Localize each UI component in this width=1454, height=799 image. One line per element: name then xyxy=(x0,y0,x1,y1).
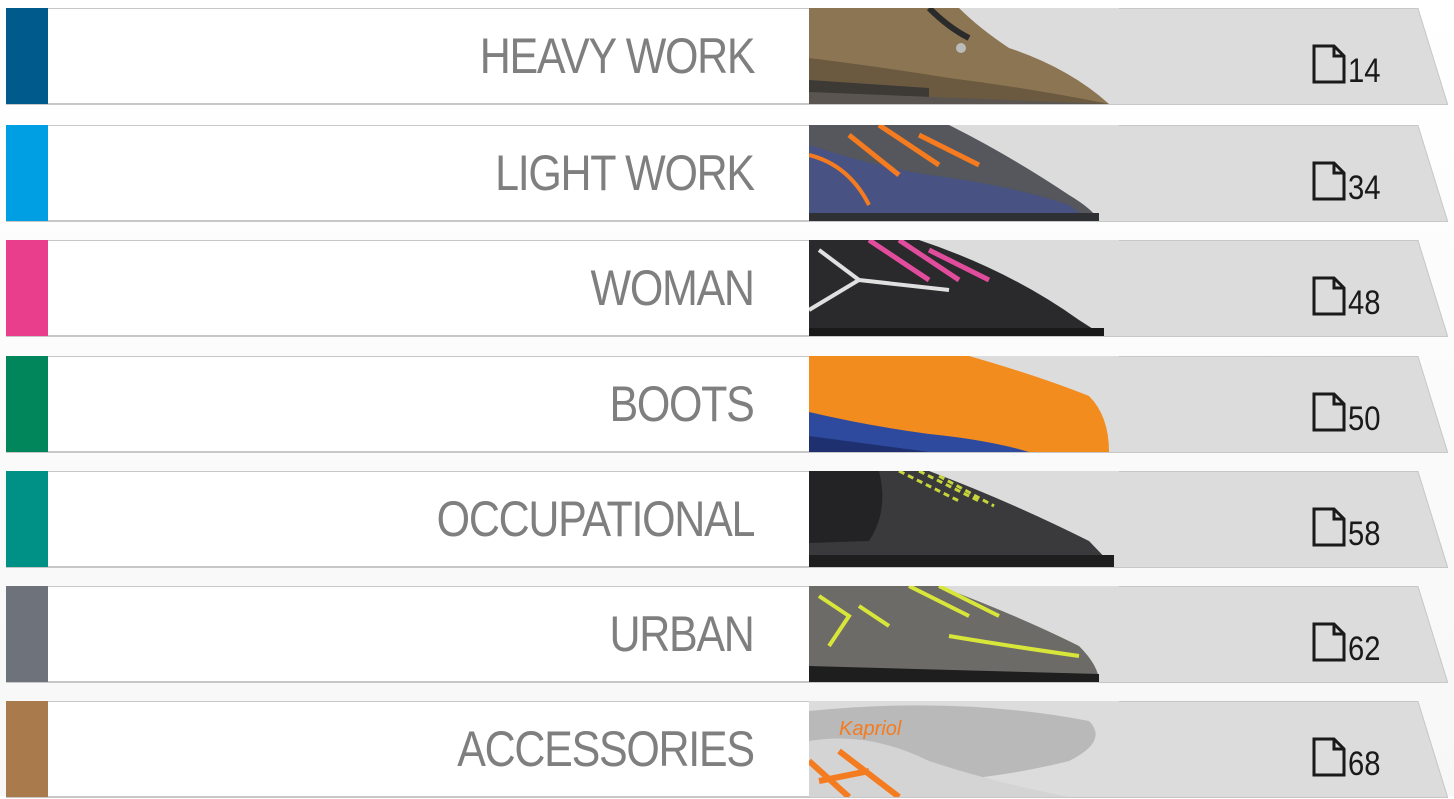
grey-yellow-urban-shoe-image xyxy=(809,586,1119,682)
page-reference[interactable]: 34 xyxy=(1312,151,1386,205)
category-row-occupational[interactable]: OCCUPATIONAL 58 xyxy=(6,471,1450,569)
category-label: HEAVY WORK xyxy=(479,28,755,84)
category-row-accessories[interactable]: ACCESSORIES Kapriol 68 xyxy=(6,701,1450,799)
page-number: 68 xyxy=(1348,745,1381,783)
document-icon xyxy=(1312,392,1346,432)
document-icon xyxy=(1312,737,1346,777)
page-number: 48 xyxy=(1348,284,1381,322)
category-color-strip xyxy=(6,8,48,104)
svg-text:Kapriol: Kapriol xyxy=(839,718,902,740)
category-row-boots[interactable]: BOOTS 50 xyxy=(6,356,1450,454)
category-color-strip xyxy=(6,471,48,567)
page-number: 34 xyxy=(1348,169,1381,207)
page-reference[interactable]: 68 xyxy=(1312,727,1386,781)
page-number: 14 xyxy=(1348,52,1381,90)
page-number: 58 xyxy=(1348,515,1381,553)
orange-rubber-boot-image xyxy=(809,356,1119,452)
page-reference[interactable]: 48 xyxy=(1312,266,1386,320)
page-number: 50 xyxy=(1348,400,1381,438)
category-label: ACCESSORIES xyxy=(457,721,756,777)
category-color-strip xyxy=(6,240,48,336)
category-row-light-work[interactable]: LIGHT WORK 34 xyxy=(6,125,1450,223)
document-icon xyxy=(1312,161,1346,201)
page-number: 62 xyxy=(1348,630,1381,668)
page-reference[interactable]: 58 xyxy=(1312,497,1386,551)
category-label: OCCUPATIONAL xyxy=(436,491,756,547)
category-label: WOMAN xyxy=(590,260,755,316)
category-color-strip xyxy=(6,125,48,221)
document-icon xyxy=(1312,622,1346,662)
category-row-heavy-work[interactable]: HEAVY WORK 14 xyxy=(6,8,1450,106)
page-reference[interactable]: 50 xyxy=(1312,382,1386,436)
category-color-strip xyxy=(6,701,48,797)
category-color-strip xyxy=(6,356,48,452)
document-icon xyxy=(1312,276,1346,316)
grey-orange-mesh-shoe-image xyxy=(809,125,1119,221)
black-knit-shoe-image xyxy=(809,471,1119,567)
document-icon xyxy=(1312,507,1346,547)
category-label: URBAN xyxy=(609,606,755,662)
page-reference[interactable]: 62 xyxy=(1312,612,1386,666)
category-label: LIGHT WORK xyxy=(495,145,755,201)
category-label: BOOTS xyxy=(609,376,755,432)
category-row-urban[interactable]: URBAN 62 xyxy=(6,586,1450,684)
category-row-woman[interactable]: WOMAN 48 xyxy=(6,240,1450,338)
black-pink-shoe-image xyxy=(809,240,1119,336)
brown-leather-work-shoe-image xyxy=(809,8,1119,104)
page-reference[interactable]: 14 xyxy=(1312,34,1386,88)
document-icon xyxy=(1312,44,1346,84)
category-color-strip xyxy=(6,586,48,682)
orange-insole-image: Kapriol xyxy=(809,701,1119,797)
